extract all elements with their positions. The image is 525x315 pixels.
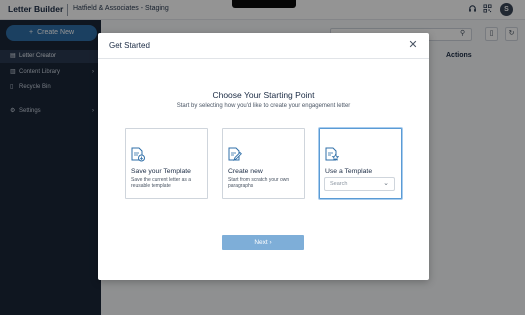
next-label: Next: [254, 239, 268, 246]
dialog-header: Get Started ✕: [98, 33, 429, 59]
chevron-right-icon: ›: [269, 239, 272, 246]
select-placeholder: Search: [330, 181, 348, 187]
edit-document-icon: [228, 147, 242, 162]
save-template-card[interactable]: Save your Template Save the current lett…: [125, 128, 208, 199]
dialog-title: Get Started: [109, 41, 150, 50]
star-document-icon: [325, 147, 340, 162]
use-template-card[interactable]: Use a Template Search ⌄: [319, 128, 402, 199]
chevron-down-icon: ⌄: [383, 180, 389, 187]
next-button[interactable]: Next ›: [222, 235, 304, 250]
card-description: Save the current letter as a reusable te…: [131, 177, 192, 189]
card-title: Create new: [228, 168, 263, 175]
save-document-icon: [131, 147, 145, 162]
card-title: Use a Template: [325, 168, 373, 175]
template-search-select[interactable]: Search ⌄: [324, 177, 395, 191]
get-started-dialog: Get Started ✕ Choose Your Starting Point…: [98, 33, 429, 280]
close-icon[interactable]: ✕: [407, 39, 419, 51]
card-description: Start from scratch your own paragraphs: [228, 177, 290, 189]
dialog-subheading: Start by selecting how you'd like to cre…: [176, 103, 351, 109]
dialog-heading: Choose Your Starting Point: [212, 90, 315, 100]
create-new-card[interactable]: Create new Start from scratch your own p…: [222, 128, 305, 199]
card-title: Save your Template: [131, 168, 191, 175]
